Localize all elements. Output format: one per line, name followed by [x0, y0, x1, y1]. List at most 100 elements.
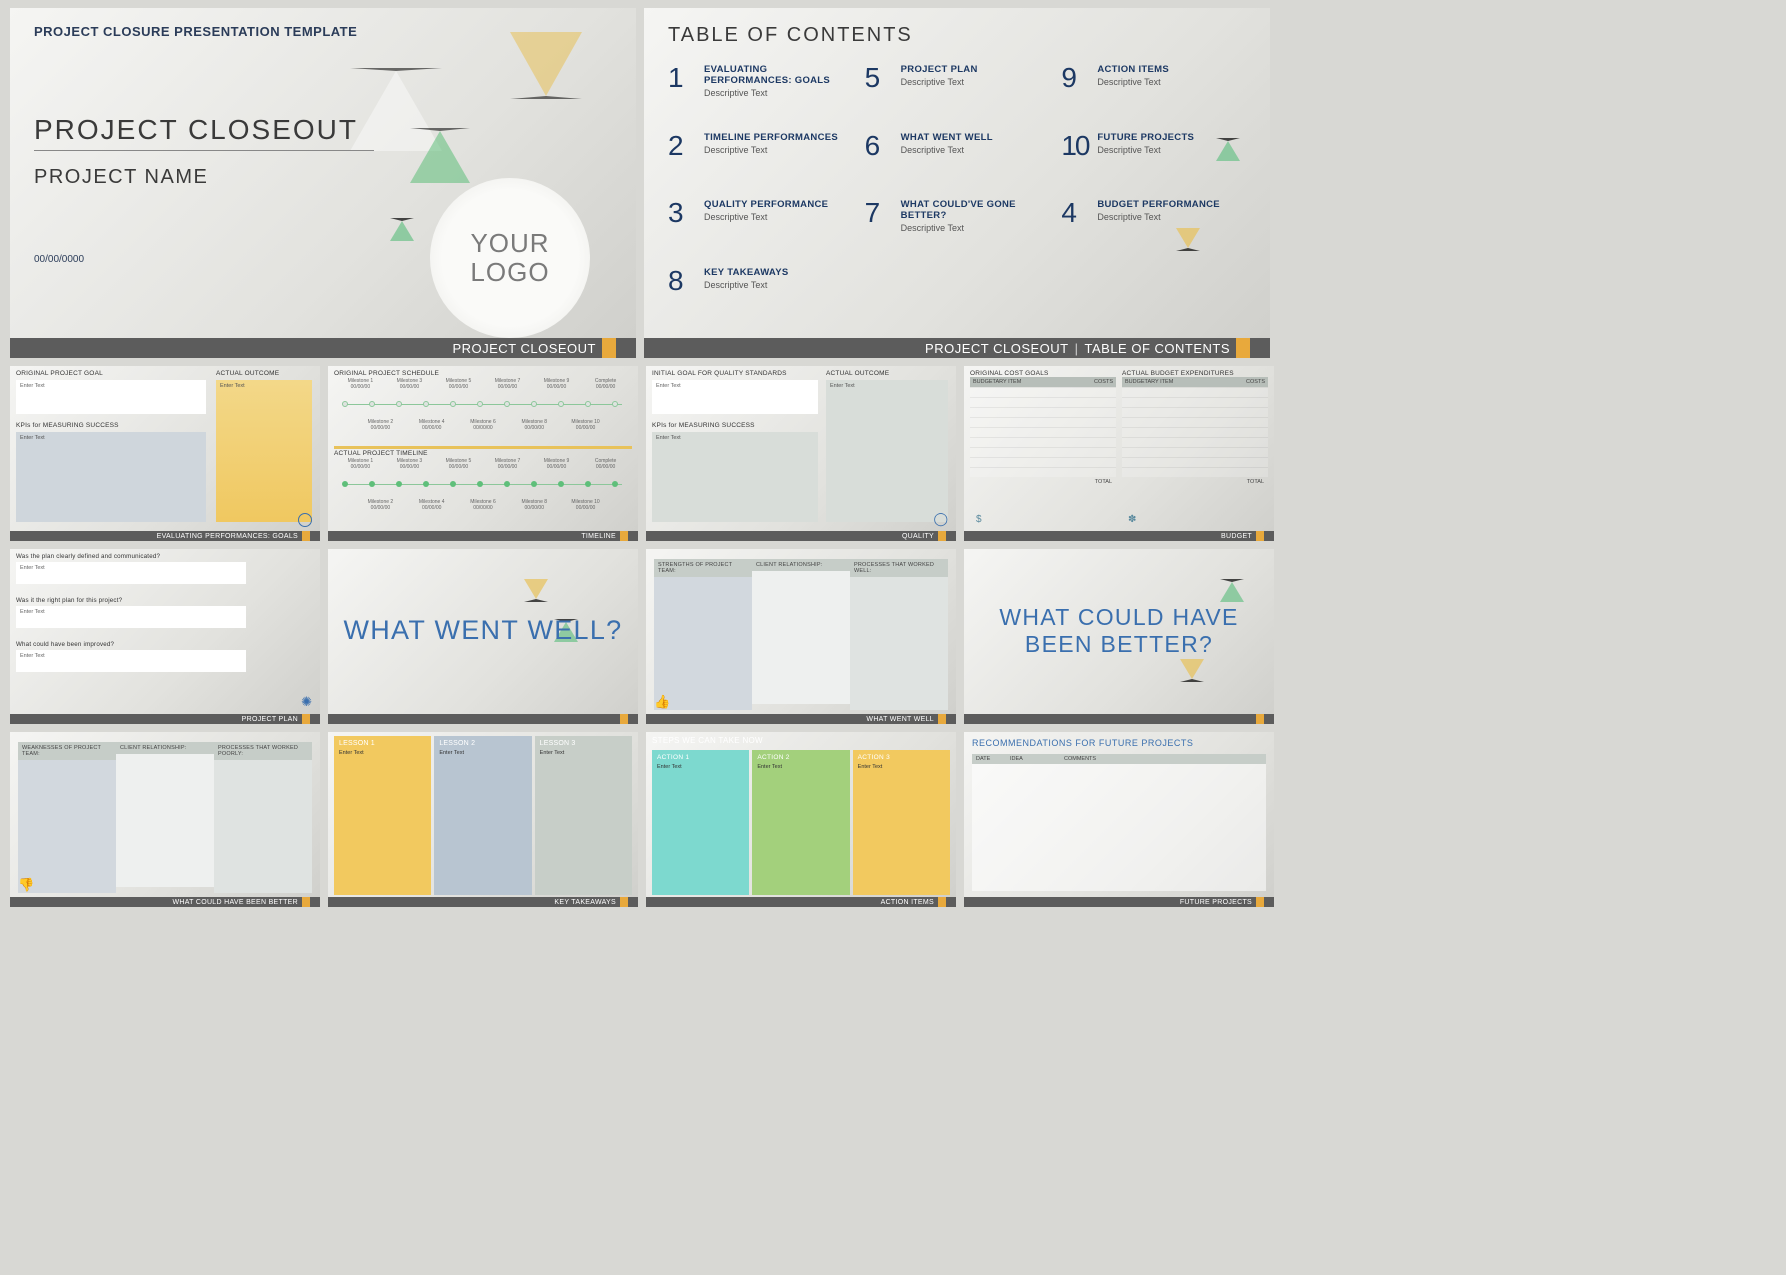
future-table: DATEIDEACOMMENTS [972, 754, 1266, 893]
future-table-body[interactable] [972, 764, 1266, 891]
input-client[interactable] [116, 754, 214, 887]
input-outcome[interactable]: Enter Text [216, 380, 312, 522]
sprout-icon: ✽ [1128, 514, 1136, 525]
input-original-goal[interactable]: Enter Text [16, 380, 206, 414]
toc-desc: Descriptive Text [704, 88, 857, 98]
col-cost: COSTS [1080, 377, 1116, 387]
input-quality-goal[interactable]: Enter Text [652, 380, 818, 414]
footer-text: BUDGET [1221, 533, 1252, 540]
input-q3[interactable]: Enter Text [16, 650, 246, 672]
input-action[interactable]: Enter Text [757, 764, 844, 770]
input-lesson[interactable]: Enter Text [439, 750, 526, 756]
triangle-decor [510, 32, 582, 99]
logo-placeholder: YOUR LOGO [430, 178, 590, 338]
action-2[interactable]: ACTION 2 Enter Text [752, 750, 849, 895]
action-3[interactable]: ACTION 3Enter Text [853, 750, 950, 895]
piggybank-icon: $ [976, 514, 982, 525]
col-client: CLIENT RELATIONSHIP: [116, 742, 214, 754]
input-processes[interactable] [850, 577, 948, 710]
lesson-3[interactable]: LESSON 3Enter Text [535, 736, 632, 895]
label-outcome: ACTUAL OUTCOME [216, 370, 279, 377]
table-row[interactable] [1122, 397, 1268, 407]
footer-sep: | [1075, 341, 1079, 356]
action-label: ACTION 2 [757, 754, 844, 761]
input-lesson[interactable]: Enter Text [540, 750, 627, 756]
actions-heading: STEPS WE CAN TAKE NOW [652, 736, 950, 745]
col-processes-poor: PROCESSES THAT WORKED POORLY: [214, 742, 312, 760]
lightbulb-icon: ✺ [301, 694, 312, 710]
toc-desc: Descriptive Text [901, 145, 993, 155]
lesson-1[interactable]: LESSON 1Enter Text [334, 736, 431, 895]
balloon-icon: ◯ [933, 511, 948, 527]
table-row[interactable] [970, 447, 1116, 457]
label-schedule: ORIGINAL PROJECT SCHEDULE [334, 370, 632, 377]
table-row[interactable] [1122, 387, 1268, 397]
toc-item: 1 EVALUATING PERFORMANCES: GOALS Descrip… [668, 64, 857, 128]
footer-text: KEY TAKEAWAYS [554, 899, 616, 906]
table-row[interactable] [970, 437, 1116, 447]
input-strengths[interactable] [654, 577, 752, 710]
input-action[interactable]: Enter Text [858, 764, 945, 770]
table-row[interactable] [1122, 427, 1268, 437]
label-original-goal: ORIGINAL PROJECT GOAL [16, 370, 103, 377]
toc-item: 8 KEY TAKEAWAYS Descriptive Text [668, 267, 857, 331]
input-processes-poor[interactable] [214, 760, 312, 893]
table-row[interactable] [1122, 407, 1268, 417]
input-client[interactable] [752, 571, 850, 704]
table-row[interactable] [970, 457, 1116, 467]
toc-desc: Descriptive Text [704, 145, 838, 155]
input-lesson[interactable]: Enter Text [339, 750, 426, 756]
input-kpis[interactable]: Enter Text [16, 432, 206, 522]
slide-footer [964, 714, 1274, 724]
timeline-actual [334, 470, 632, 500]
table-row[interactable] [1122, 437, 1268, 447]
slide-footer: WHAT COULD HAVE BEEN BETTER [10, 897, 320, 907]
thumbs-down-icon: 👎 [18, 877, 34, 893]
footer-accent [620, 531, 628, 541]
toc-item: 9 ACTION ITEMS Descriptive Text [1061, 64, 1250, 128]
footer-accent [302, 897, 310, 907]
toc-grid: 1 EVALUATING PERFORMANCES: GOALS Descrip… [668, 64, 1250, 330]
toc-desc: Descriptive Text [1097, 145, 1194, 155]
table-row[interactable] [1122, 417, 1268, 427]
table-row[interactable] [1122, 457, 1268, 467]
toc-desc: Descriptive Text [1097, 77, 1169, 87]
table-row[interactable] [1122, 467, 1268, 477]
input-q1[interactable]: Enter Text [16, 562, 246, 584]
toc-desc: Descriptive Text [901, 223, 1054, 233]
toc-desc: Descriptive Text [704, 212, 828, 222]
milestone-row-bottom: Milestone 200/00/00Milestone 400/00/00Mi… [334, 420, 632, 431]
input-action[interactable]: Enter Text [657, 764, 744, 770]
slide-better-title: WHAT COULD HAVE BEEN BETTER? [964, 549, 1274, 724]
table-row[interactable] [1122, 447, 1268, 457]
footer-text: PROJECT PLAN [242, 716, 298, 723]
action-1[interactable]: ACTION 1Enter Text [652, 750, 749, 895]
toc-number: 4 [1061, 199, 1089, 227]
lesson-label: LESSON 2 [439, 740, 475, 747]
footer-accent [938, 531, 946, 541]
input-outcome[interactable]: Enter Text [826, 380, 948, 522]
table-row[interactable] [970, 407, 1116, 417]
slide-budget: ORIGINAL COST GOALS BUDGETARY ITEMCOSTS … [964, 366, 1274, 541]
footer-text: WHAT COULD HAVE BEEN BETTER [172, 899, 298, 906]
toc-item: 10 FUTURE PROJECTS Descriptive Text [1061, 132, 1250, 196]
input-weaknesses[interactable] [18, 760, 116, 893]
slide-footer [328, 714, 638, 724]
input-kpis[interactable]: Enter Text [652, 432, 818, 522]
date: 00/00/0000 [34, 254, 84, 265]
slide-footer: FUTURE PROJECTS [964, 897, 1274, 907]
table-row[interactable] [970, 397, 1116, 407]
toc-desc: Descriptive Text [704, 280, 789, 290]
input-q2[interactable]: Enter Text [16, 606, 246, 628]
footer-accent [1236, 338, 1250, 358]
slide-footer: PROJECT CLOSEOUT [10, 338, 636, 358]
table-row[interactable] [970, 467, 1116, 477]
col-weaknesses: WEAKNESSES OF PROJECT TEAM: [18, 742, 116, 760]
col-cost: COSTS [1232, 377, 1268, 387]
footer-text: TIMELINE [581, 533, 616, 540]
lesson-2[interactable]: LESSON 2 Enter Text [434, 736, 531, 895]
table-row[interactable] [970, 387, 1116, 397]
table-row[interactable] [970, 427, 1116, 437]
table-row[interactable] [970, 417, 1116, 427]
label-outcome: ACTUAL OUTCOME [826, 370, 889, 377]
